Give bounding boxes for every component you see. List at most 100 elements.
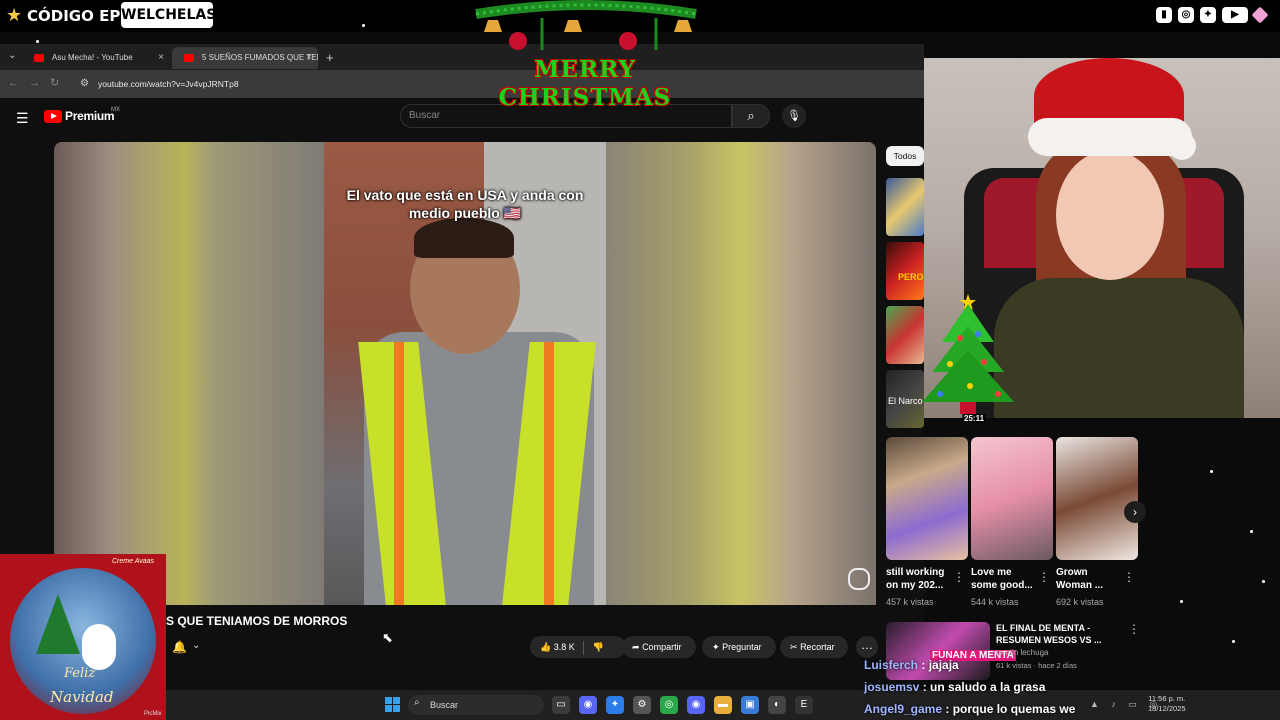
youtube-premium-label[interactable]: Premium: [65, 109, 115, 123]
photos-icon[interactable]: ▣: [741, 696, 759, 714]
chat-username: Luisferch: [864, 658, 919, 672]
short-thumbnail[interactable]: [971, 437, 1053, 560]
chat-username: josuemsv: [864, 680, 920, 694]
video-person-hair: [414, 218, 514, 258]
share-button[interactable]: ➦ Compartir: [622, 636, 696, 658]
vest-stripe-right: [544, 342, 554, 605]
snow-globe-top-text: Creme Avaas: [112, 558, 155, 565]
url-text[interactable]: youtube.com/watch?v=Jv4vpJRNTp8: [98, 79, 239, 89]
taskbar-search[interactable]: Buscar: [408, 695, 544, 715]
tab-2-title: 5 SUEÑOS FUMADOS QUE TENI: [202, 53, 318, 62]
ask-button[interactable]: ✦ Preguntar: [702, 636, 776, 658]
browser-tab-2[interactable]: 5 SUEÑOS FUMADOS QUE TENI ×: [172, 47, 318, 69]
vest-stripe-left: [394, 342, 404, 605]
folder-icon[interactable]: ▬: [714, 696, 732, 714]
settings-icon[interactable]: ⚙: [633, 696, 651, 714]
video-blur-right: [606, 142, 876, 605]
bell-icon[interactable]: 🔔: [172, 640, 187, 654]
search-icon: ⌕: [414, 697, 420, 708]
task-view-icon[interactable]: ▭: [552, 696, 570, 714]
thumbs-down-icon[interactable]: 👎: [593, 642, 604, 652]
video-player[interactable]: El vato que está en USA y anda con medio…: [54, 142, 876, 605]
scissors-icon: ✂: [790, 642, 798, 652]
more-options-icon[interactable]: ⋮: [1123, 570, 1135, 584]
chat-text: porque lo quemas we: [952, 702, 1076, 716]
like-count: 3.8 K: [553, 642, 575, 652]
twitter-icon: ✦: [1200, 7, 1216, 23]
chat-message: josuemsv : un saludo a la grasa: [864, 680, 1046, 694]
chat-username: Angel9_game: [864, 702, 943, 716]
stream-chat: Luisferch : jajaja josuemsv : un saludo …: [860, 656, 1280, 720]
short-thumbnail[interactable]: [886, 437, 968, 560]
search-icon[interactable]: ⌕: [732, 104, 770, 128]
chat-text: un saludo a la grasa: [930, 680, 1046, 694]
chevron-down-icon[interactable]: ⌄: [192, 640, 200, 651]
more-options-icon[interactable]: ⋮: [1128, 622, 1140, 636]
like-dislike-button[interactable]: 👍 3.8 K 👎: [530, 636, 626, 658]
recommended-video-title[interactable]: EL FINAL DE MENTA - RESUMEN WESOS VS ...: [996, 622, 1116, 646]
short-views: 457 k vistas: [886, 597, 934, 607]
santa-hat-trim: [1028, 118, 1192, 156]
close-tab-1-icon[interactable]: ×: [158, 47, 164, 69]
more-actions-icon[interactable]: …: [856, 636, 878, 658]
snowman-icon: [82, 624, 116, 670]
channel-watermark-icon[interactable]: [848, 568, 870, 590]
video-caption: El vato que está en USA y anda con medio…: [346, 187, 584, 221]
video-title: S QUE TENIAMOS DE MORROS: [166, 614, 348, 628]
share-label: Compartir: [642, 642, 682, 652]
snow-globe-credit: PicMix: [144, 711, 162, 717]
short-title[interactable]: Love me some good...: [971, 566, 1037, 592]
merry-christmas-text: MERRY CHRISTMAS: [490, 56, 680, 112]
short-views: 544 k vistas: [971, 597, 1019, 607]
chat-text: jajaja: [928, 658, 959, 672]
close-tab-2-icon[interactable]: ×: [306, 47, 312, 69]
obs-icon[interactable]: ◐: [768, 696, 786, 714]
snowflake-icon: [1262, 580, 1265, 583]
discord-icon[interactable]: ◉: [579, 696, 597, 714]
christmas-garland-icon: [475, 0, 697, 50]
christmas-tree-icon: [922, 294, 1014, 414]
chevron-right-icon[interactable]: ›: [1124, 501, 1146, 523]
browser-tab-1[interactable]: Asu Mecha! - YouTube ×: [22, 47, 170, 69]
windows-start-icon[interactable]: [385, 697, 400, 712]
new-tab-icon[interactable]: +: [326, 50, 334, 65]
sparkle-icon: ✦: [712, 642, 720, 652]
sidebar-video-thumbnail[interactable]: [886, 178, 924, 236]
region-code: MX: [111, 107, 120, 113]
snowflake-icon: [1232, 640, 1235, 643]
more-options-icon[interactable]: ⋮: [1038, 570, 1050, 584]
navigation-buttons[interactable]: ←→↻: [8, 76, 69, 89]
sidebar-video-thumbnail[interactable]: [886, 242, 924, 300]
streamer-hoodie: [994, 278, 1244, 418]
microphone-icon[interactable]: 🎙: [782, 104, 806, 128]
filter-chip-all[interactable]: Todos: [886, 146, 924, 166]
streamer-face: [1056, 150, 1164, 280]
short-title[interactable]: Grown Woman ...: [1056, 566, 1122, 592]
snowflake-icon: [36, 40, 39, 43]
taskbar-apps: ▭ ◉ ✦ ⚙ ◎ ◉ ▬ ▣ ◐ E: [552, 696, 813, 714]
tab-search-chevron-icon[interactable]: ⌄: [8, 50, 16, 61]
thumbnail-text: El Narco: [888, 396, 923, 406]
copilot-icon[interactable]: ✦: [606, 696, 624, 714]
site-info-icon[interactable]: ⚙: [80, 78, 89, 89]
youtube-logo-icon[interactable]: [44, 110, 62, 123]
thumbnail-text: PERO: [898, 272, 924, 282]
ask-label: Preguntar: [722, 642, 762, 652]
short-title[interactable]: still working on my 202...: [886, 566, 952, 592]
clip-button[interactable]: ✂ Recortar: [780, 636, 848, 658]
chat-message: Angel9_game : porque lo quemas we: [864, 702, 1076, 716]
gem-icon: [1251, 6, 1269, 24]
more-options-icon[interactable]: ⋮: [953, 570, 965, 584]
greeting-line-2: CHRISTMAS: [498, 84, 672, 111]
menu-icon[interactable]: ☰: [16, 110, 29, 127]
sidebar-video-thumbnail[interactable]: [886, 306, 924, 364]
youtube-favicon-icon: [34, 54, 44, 62]
discord-icon[interactable]: ◉: [687, 696, 705, 714]
snow-globe-feliz: Feliz: [64, 666, 96, 681]
thumbs-up-icon[interactable]: 👍: [540, 642, 551, 652]
clip-label: Recortar: [800, 642, 835, 652]
short-thumbnail[interactable]: [1056, 437, 1138, 560]
epic-games-icon[interactable]: E: [795, 696, 813, 714]
chrome-icon[interactable]: ◎: [660, 696, 678, 714]
streamer-name-badge: WELCHELAS: [121, 2, 216, 28]
